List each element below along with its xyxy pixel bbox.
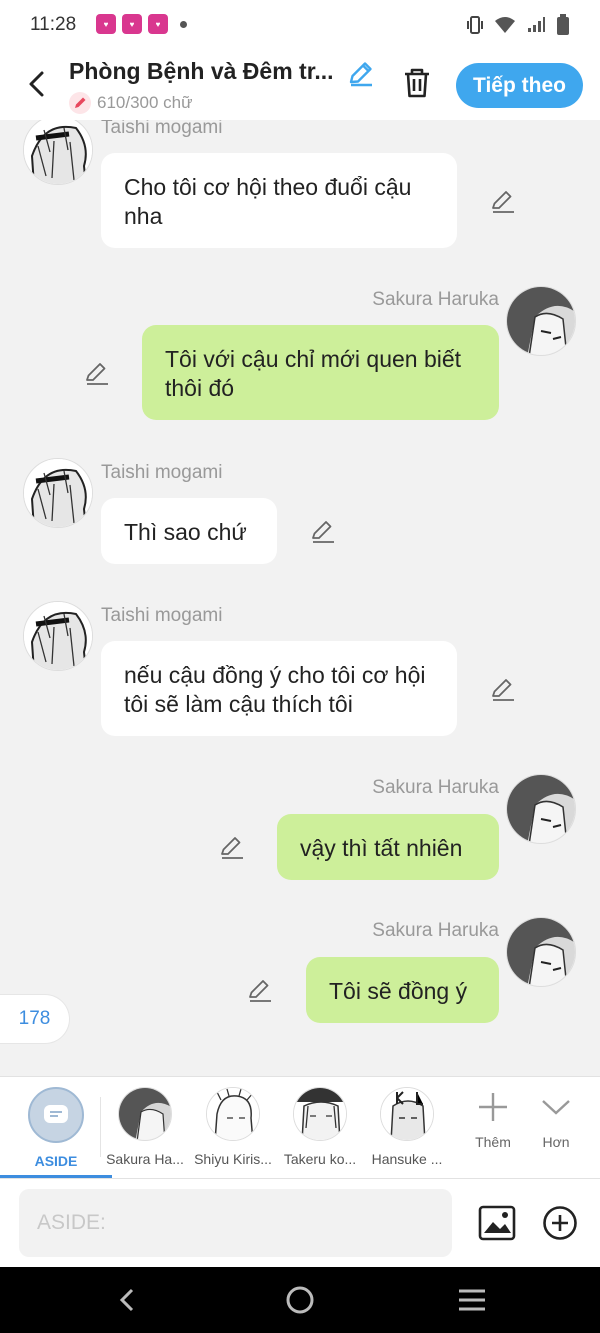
message-text: Cho tôi cơ hội theo đuổi cậu nha	[124, 174, 412, 229]
word-count-row: 610/300 chữ	[69, 92, 193, 114]
edit-message-button[interactable]	[490, 676, 516, 702]
avatar-sakura-haruka[interactable]	[506, 286, 576, 356]
add-more-button[interactable]	[542, 1205, 578, 1241]
nav-home-icon	[286, 1286, 314, 1314]
add-character-button[interactable]: Thêm	[463, 1091, 523, 1150]
system-navigation-bar	[0, 1267, 600, 1333]
divider	[100, 1097, 101, 1157]
delete-button[interactable]	[400, 66, 434, 100]
vibrate-icon	[467, 16, 483, 34]
sender-name: Sakura Haruka	[372, 920, 499, 941]
wifi-icon	[495, 17, 515, 33]
character-label: Shiyu Kiris...	[194, 1151, 272, 1167]
edit-message-button[interactable]	[219, 834, 245, 860]
edit-icon	[349, 62, 372, 87]
nav-home-button[interactable]	[283, 1283, 317, 1317]
character-avatar	[118, 1087, 172, 1141]
nav-back-button[interactable]	[110, 1283, 144, 1317]
edit-title-button[interactable]	[346, 58, 376, 88]
message-bubble[interactable]: Thì sao chứ	[101, 498, 277, 564]
chevron-left-icon	[29, 71, 44, 97]
sender-name: Taishi mogami	[101, 462, 223, 483]
next-button[interactable]: Tiếp theo	[456, 63, 583, 108]
character-avatar	[206, 1087, 260, 1141]
pencil-badge-icon	[69, 92, 91, 114]
character-selector: ASIDE Sakura Ha... Shiyu Kiris... Takeru…	[0, 1076, 600, 1178]
battery-icon	[557, 14, 569, 35]
nav-recents-button[interactable]	[455, 1283, 489, 1317]
sender-name: Sakura Haruka	[372, 289, 499, 310]
avatar-sakura-haruka[interactable]	[506, 774, 576, 844]
message-bubble[interactable]: vậy thì tất nhiên	[277, 814, 499, 880]
pencil-icon	[249, 980, 271, 1002]
message-input[interactable]	[19, 1189, 452, 1257]
avatar-taishi-mogami[interactable]	[23, 601, 93, 671]
character-aside[interactable]: ASIDE	[13, 1087, 99, 1169]
plus-icon	[479, 1093, 507, 1121]
top-app-bar: Phòng Bệnh và Đêm tr... 610/300 chữ Tiếp…	[0, 52, 600, 120]
signal-icon	[528, 17, 545, 32]
pencil-icon	[492, 191, 514, 213]
character-label: Sakura Ha...	[106, 1151, 184, 1167]
composer	[0, 1178, 600, 1267]
word-count: 610/300 chữ	[97, 93, 193, 112]
sender-name: Sakura Haruka	[372, 777, 499, 798]
more-characters-button[interactable]: Hơn	[526, 1091, 586, 1150]
back-button[interactable]	[18, 66, 54, 102]
character-label: Hansuke ...	[371, 1151, 443, 1167]
trash-icon	[405, 68, 429, 98]
character-sakura-haruka[interactable]: Sakura Ha...	[102, 1087, 188, 1167]
more-label: Hơn	[542, 1134, 570, 1150]
chevron-down-icon	[542, 1100, 570, 1115]
character-avatar	[380, 1087, 434, 1141]
system-icons	[466, 14, 570, 36]
message-text: vậy thì tất nhiên	[300, 835, 463, 861]
app-notification-icon: ♥	[122, 14, 142, 34]
character-avatar	[293, 1087, 347, 1141]
add-label: Thêm	[475, 1134, 511, 1150]
nav-menu-icon	[459, 1289, 485, 1311]
avatar-taishi-mogami[interactable]	[23, 458, 93, 528]
story-title[interactable]: Phòng Bệnh và Đêm tr...	[69, 58, 337, 85]
comment-icon	[44, 1105, 68, 1123]
more-notifications-dot	[180, 20, 187, 28]
message-count-badge[interactable]: 178	[0, 994, 70, 1044]
message-text: Tôi sẽ đồng ý	[329, 978, 468, 1004]
character-hansuke[interactable]: Hansuke ...	[364, 1087, 450, 1167]
status-bar: 11:28 ♥ ♥ ♥	[0, 0, 600, 52]
status-time: 11:28	[30, 14, 77, 35]
edit-message-button[interactable]	[84, 360, 110, 386]
aside-label: ASIDE	[34, 1153, 78, 1169]
image-icon	[478, 1205, 516, 1241]
character-label: Takeru ko...	[283, 1151, 357, 1167]
notification-icons: ♥ ♥ ♥	[96, 14, 187, 34]
pencil-icon	[221, 837, 243, 859]
edit-message-button[interactable]	[247, 977, 273, 1003]
aside-avatar	[28, 1087, 84, 1143]
message-text: Tôi với cậu chỉ mới quen biết thôi đó	[165, 346, 462, 401]
avatar-taishi-mogami[interactable]	[23, 120, 93, 185]
message-bubble[interactable]: Tôi sẽ đồng ý	[306, 957, 499, 1023]
app-notification-icon: ♥	[96, 14, 116, 34]
app-notification-icon: ♥	[148, 14, 168, 34]
sender-name: Taishi mogami	[101, 120, 223, 138]
edit-message-button[interactable]	[490, 188, 516, 214]
message-bubble[interactable]: nếu cậu đồng ý cho tôi cơ hội tôi sẽ làm…	[101, 641, 457, 736]
message-text: nếu cậu đồng ý cho tôi cơ hội tôi sẽ làm…	[124, 662, 426, 717]
message-bubble[interactable]: Cho tôi cơ hội theo đuổi cậu nha	[101, 153, 457, 248]
sender-name: Taishi mogami	[101, 605, 223, 626]
message-text: Thì sao chứ	[124, 519, 247, 545]
character-takeru-ko[interactable]: Takeru ko...	[277, 1087, 363, 1167]
pencil-icon	[492, 679, 514, 701]
plus-circle-icon	[543, 1206, 577, 1240]
chat-area[interactable]: Taishi mogami Cho tôi cơ hội theo đuổi c…	[0, 120, 600, 1075]
edit-message-button[interactable]	[310, 518, 336, 544]
character-shiyu-kiris[interactable]: Shiyu Kiris...	[190, 1087, 276, 1167]
message-bubble[interactable]: Tôi với cậu chỉ mới quen biết thôi đó	[142, 325, 499, 420]
insert-image-button[interactable]	[478, 1205, 516, 1241]
nav-back-icon	[119, 1288, 134, 1312]
avatar-sakura-haruka[interactable]	[506, 917, 576, 987]
pencil-icon	[86, 363, 108, 385]
pencil-icon	[312, 521, 334, 543]
